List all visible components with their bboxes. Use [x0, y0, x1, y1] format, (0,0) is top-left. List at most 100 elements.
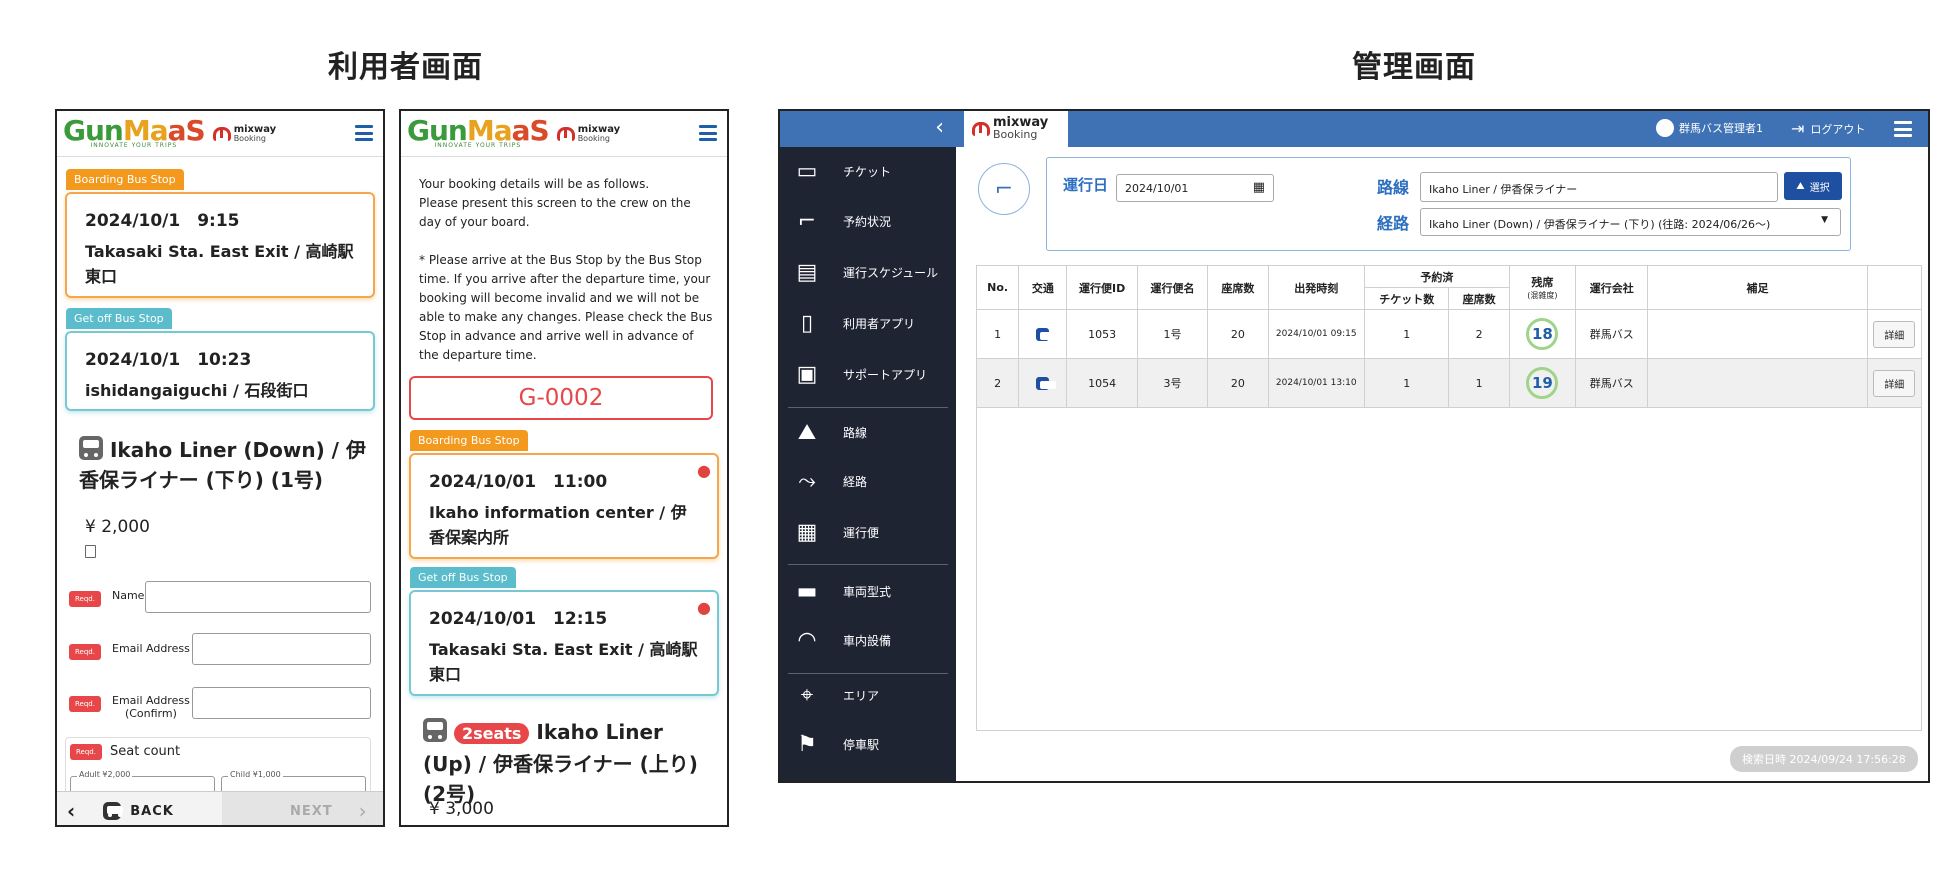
mixway-icon — [556, 126, 575, 141]
phone-header: GunMaaS INNOVATE YOUR TRIPS mixway Bookin… — [401, 111, 727, 157]
route-title: 2seats Ikaho Liner (Up) / 伊香保ライナー (上り) (… — [423, 718, 698, 806]
line-input[interactable]: Ikaho Liner / 伊香保ライナー — [1420, 172, 1778, 202]
sidebar-item-schedule[interactable]: ▤ 運行スケジュール — [780, 252, 956, 292]
sidebar-item-label: サポートアプリ — [843, 367, 928, 382]
sidebar-item-smartphone[interactable]: ▯ 利用者アプリ — [780, 303, 956, 343]
boarding-card[interactable]: ● 2024/10/01 11:00 Ikaho information cen… — [409, 453, 719, 559]
sidebar-item-label: エリア — [843, 688, 880, 703]
email-confirm-input[interactable] — [192, 687, 371, 719]
child-label: Child ¥1,000 — [228, 770, 283, 779]
support-app-icon: ▣ — [796, 361, 818, 387]
cell-trip-name: 1号 — [1136, 309, 1209, 359]
cell-company: 群馬バス — [1575, 309, 1649, 359]
detail-button[interactable]: 詳細 — [1873, 320, 1916, 348]
col-tickets: チケット数 — [1363, 287, 1450, 310]
next-button[interactable]: NEXT › — [222, 792, 383, 825]
user-menu[interactable]: 群馬バス管理者1 — [1656, 119, 1763, 137]
cell-transport — [1018, 358, 1068, 408]
getoff-card[interactable]: 2024/10/1 10:23 ishidangaiguchi / 石段街口 — [65, 331, 375, 411]
sidebar-item-label: 停車駅 — [843, 737, 880, 752]
calendar-icon[interactable]: ▦ — [1253, 180, 1265, 195]
menu-icon[interactable] — [699, 125, 717, 141]
chevron-right-icon: › — [358, 799, 367, 823]
detail-button[interactable]: 詳細 — [1873, 369, 1916, 397]
boarding-card[interactable]: 2024/10/1 9:15 Takasaki Sta. East Exit /… — [65, 192, 375, 298]
reqd-badge: Reqd. — [69, 644, 101, 660]
boarding-datetime: 2024/10/01 11:00 — [429, 472, 608, 492]
gunmaas-logo: GunMaaS INNOVATE YOUR TRIPS — [63, 114, 206, 150]
sidebar-item-route[interactable]: ⤳ 経路 — [780, 461, 956, 501]
sidebar-item-ticket[interactable]: ▭ チケット — [780, 151, 956, 191]
mixway-icon — [972, 122, 990, 136]
seat-count-box: Reqd. Seat count Adult ¥2,000 Child ¥1,0… — [65, 737, 371, 806]
route-select[interactable]: Ikaho Liner (Down) / 伊香保ライナー (下り) (往路: 2… — [1420, 208, 1841, 236]
next-label: NEXT — [290, 803, 333, 819]
search-time: 検索日時 2024/09/24 17:56:28 — [1730, 746, 1918, 772]
user-icon — [1656, 119, 1674, 137]
sidebar-item-area-map[interactable]: ⌖ エリア — [780, 675, 956, 715]
email-input[interactable] — [192, 633, 371, 665]
route-title: Ikaho Liner (Down) / 伊香保ライナー (下り) (1号) — [79, 436, 366, 492]
back-label: BACK — [130, 803, 174, 819]
sidebar-item-bus[interactable]: ▦ 運行便 — [780, 512, 956, 552]
cell-tickets: 1 — [1363, 358, 1450, 408]
cell-trip-id: 1053 — [1066, 309, 1138, 359]
menu-icon[interactable] — [1894, 121, 1912, 137]
cell-company: 群馬バス — [1575, 358, 1649, 408]
getoff-card[interactable]: ● 2024/10/01 12:15 Takasaki Sta. East Ex… — [409, 590, 719, 696]
cell-departure: 2024/10/01 09:15 — [1267, 309, 1365, 359]
sidebar-item-label: 運行便 — [843, 525, 880, 540]
col-departure: 出発時刻 — [1267, 265, 1365, 310]
sidebar-item-seat[interactable]: ⌐ 予約状況 — [780, 201, 956, 241]
col-notes: 補足 — [1647, 265, 1868, 310]
date-input[interactable]: 2024/10/01 ▦ — [1116, 174, 1274, 202]
sidebar-item-label: 路線 — [843, 425, 868, 440]
select-button[interactable]: ⛰ 選択 — [1784, 172, 1842, 200]
cell-actions: 詳細 — [1866, 358, 1923, 408]
col-trip-name: 運行便名 — [1136, 265, 1209, 310]
cell-seats: 20 — [1207, 309, 1269, 359]
route-label: 経路 — [1377, 214, 1410, 233]
sidebar-item-support-app[interactable]: ▣ サポートアプリ — [780, 354, 956, 394]
phone-header: GunMaaS INNOVATE YOUR TRIPS mixway Bookin… — [57, 111, 383, 157]
sidebar-item-wifi[interactable]: ◠ 車内設備 — [780, 620, 956, 660]
col-transport: 交通 — [1018, 265, 1068, 310]
logout-button[interactable]: ⇥ ログアウト — [1791, 119, 1865, 138]
price: ¥ 2,000 — [85, 517, 150, 537]
schedule-icon: ▤ — [796, 259, 818, 285]
remaining-seats-badge: 19 — [1526, 367, 1559, 399]
sidebar-item-label: 予約状況 — [843, 214, 892, 229]
admin-screen-title: 管理画面 — [1352, 50, 1476, 85]
map-pin-icon[interactable]: ● — [697, 598, 711, 617]
collapse-sidebar-icon[interactable]: ‹ — [935, 115, 944, 140]
name-input[interactable] — [145, 581, 371, 613]
reqd-badge: Reqd. — [69, 696, 101, 712]
intro-text: Your booking details will be as follows.… — [419, 177, 713, 362]
wifi-icon: ◠ — [797, 627, 817, 653]
cell-remaining: 18 — [1508, 309, 1577, 359]
phone-booking-confirmation: GunMaaS INNOVATE YOUR TRIPS mixway Bookin… — [399, 109, 729, 827]
cell-remaining: 19 — [1508, 358, 1577, 408]
bus-icon — [103, 802, 124, 820]
sidebar-item-road[interactable]: ⛰ 路線 — [780, 412, 956, 452]
ticket-icon: ▭ — [796, 158, 818, 184]
boarding-tag: Boarding Bus Stop — [410, 430, 528, 451]
bus-icon — [1036, 376, 1057, 390]
sidebar: ‹ ▭ チケット ⌐ 予約状況 ▤ 運行スケジュール ▯ 利用者アプリ ▣ サポートアプリ ⛰ 路線 ⤳… — [780, 111, 956, 781]
sidebar-item-vehicle-type[interactable]: ▬ 車両型式 — [780, 571, 956, 611]
smartphone-icon: ▯ — [800, 310, 814, 336]
col-seats: 座席数 — [1207, 265, 1269, 310]
road-icon: ⛰ — [797, 419, 817, 445]
sidebar-item-label: 経路 — [843, 474, 868, 489]
document-icon[interactable] — [85, 545, 96, 558]
menu-icon[interactable] — [355, 125, 373, 141]
back-button[interactable]: ‹ BACK — [57, 792, 222, 825]
cell-no: 1 — [975, 309, 1020, 359]
price: ¥ 3,000 — [429, 799, 494, 819]
map-pin-icon[interactable]: ● — [697, 461, 711, 480]
bus-icon: ▦ — [796, 519, 818, 545]
bus-stop-icon: ⚑ — [797, 731, 817, 757]
trip-table: No. 交通 運行便ID 運行便名 座席数 出発時刻 予約済 残席 (混雑度) 運… — [975, 265, 1923, 408]
cell-actions: 詳細 — [1866, 309, 1923, 359]
sidebar-item-bus-stop[interactable]: ⚑ 停車駅 — [780, 724, 956, 764]
